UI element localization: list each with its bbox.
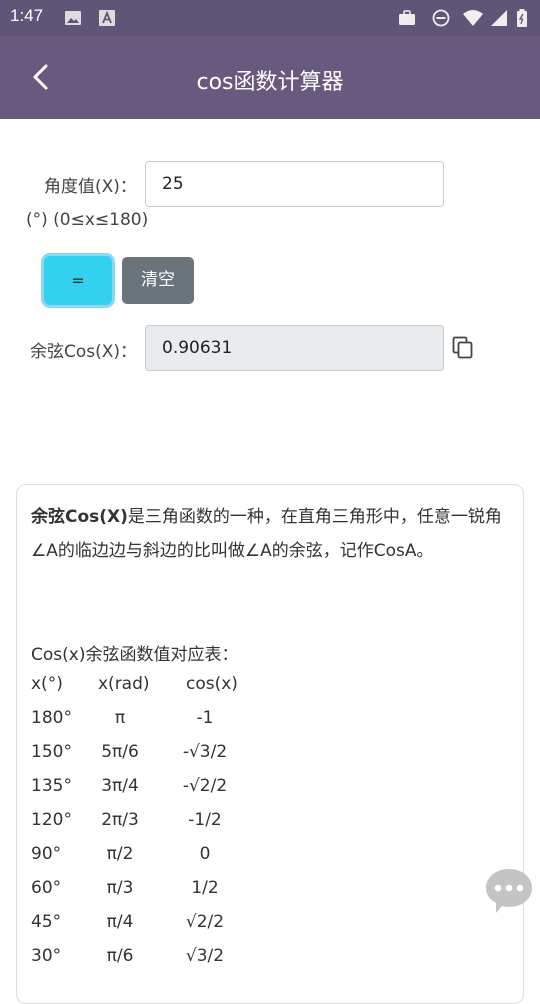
calculate-button[interactable]: = xyxy=(44,256,112,305)
chat-bubble-icon[interactable] xyxy=(484,866,534,916)
status-bar: 1:47 xyxy=(0,0,540,36)
result-field: 0.90631 xyxy=(145,325,444,371)
table-cell: √2/2 xyxy=(185,912,225,932)
table-cell: π xyxy=(114,708,126,728)
table-cell: 5π/6 xyxy=(101,742,139,762)
result-label: 余弦Cos(X)： xyxy=(30,342,138,362)
table-cell: -1 xyxy=(196,708,214,728)
table-cell: π/4 xyxy=(106,912,134,932)
clear-button[interactable]: 清空 xyxy=(122,257,194,304)
table-header-cell: x(rad) xyxy=(98,674,150,694)
table-cell: 2π/3 xyxy=(101,810,139,830)
description-text: 余弦Cos(X)是三角函数的一种，在直角三角形中，任意一锐角∠A的临边边与斜边的… xyxy=(31,500,506,568)
table-title: Cos(x)余弦函数值对应表： xyxy=(31,645,239,665)
a-icon xyxy=(99,10,115,26)
angle-input[interactable]: 25 xyxy=(145,161,444,207)
table-cell: 30° xyxy=(31,946,62,966)
description-term: 余弦Cos(X) xyxy=(31,507,128,527)
do-not-disturb-icon xyxy=(432,9,450,27)
table-cell: 1/2 xyxy=(191,878,219,898)
wifi-icon xyxy=(463,10,483,26)
battery-icon xyxy=(517,9,527,27)
table-cell: -√2/2 xyxy=(182,776,228,796)
table-cell: 0 xyxy=(199,844,211,864)
signal-icon xyxy=(491,10,507,26)
table-header-cell: cos(x) xyxy=(186,674,238,694)
table-cell: 135° xyxy=(31,776,72,796)
table-cell: 120° xyxy=(31,810,72,830)
table-cell: 45° xyxy=(31,912,62,932)
app-bar: cos函数计算器 xyxy=(0,36,540,119)
page-title: cos函数计算器 xyxy=(196,70,344,95)
table-header-cell: x(°) xyxy=(31,674,63,694)
table-cell: π/2 xyxy=(106,844,134,864)
table-cell: 180° xyxy=(31,708,72,728)
table-cell: 150° xyxy=(31,742,72,762)
table-cell: -1/2 xyxy=(188,810,222,830)
briefcase-icon xyxy=(399,10,415,25)
angle-label: 角度值(X)： xyxy=(44,177,137,197)
table-cell: 3π/4 xyxy=(101,776,139,796)
status-time: 1:47 xyxy=(10,6,44,25)
table-cell: π/6 xyxy=(106,946,134,966)
table-cell: π/3 xyxy=(106,878,134,898)
table-cell: -√3/2 xyxy=(182,742,228,762)
angle-hint: (°) (0≤x≤180) xyxy=(26,210,149,230)
image-icon xyxy=(65,11,81,25)
table-cell: √3/2 xyxy=(185,946,225,966)
copy-icon[interactable] xyxy=(452,336,474,360)
table-cell: 90° xyxy=(31,844,62,864)
table-cell: 60° xyxy=(31,878,62,898)
